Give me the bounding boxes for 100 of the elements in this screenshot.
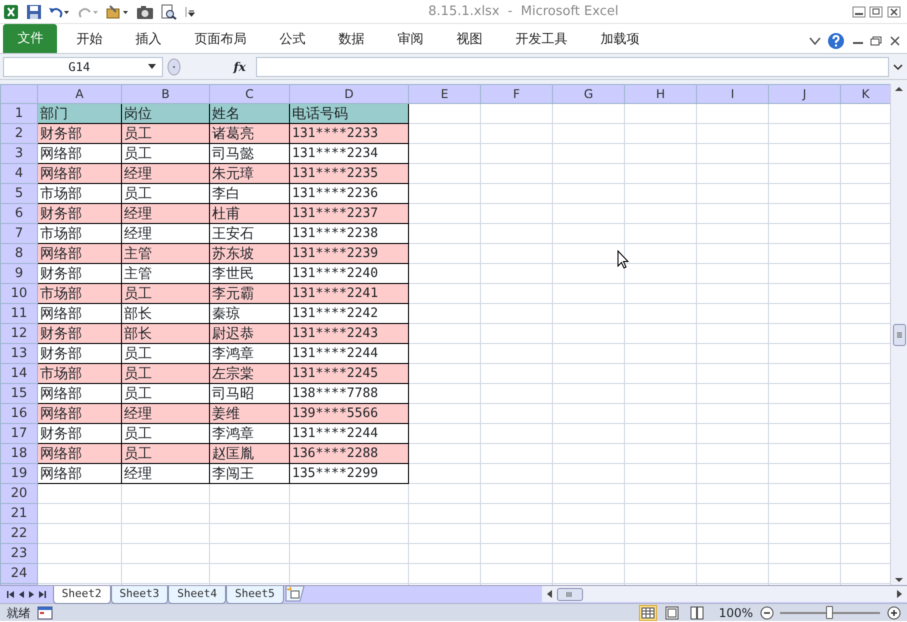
ribbon-tab[interactable]: 页面布局	[180, 26, 260, 53]
ribbon-tab[interactable]: 加载项	[586, 26, 654, 53]
save-icon[interactable]	[26, 4, 42, 20]
row-header[interactable]: 12	[0, 324, 38, 344]
table-cell: 136****2288	[290, 444, 408, 464]
table-cell: 网络部	[38, 164, 122, 184]
ribbon-tab[interactable]: 公式	[265, 26, 320, 53]
row-header[interactable]: 4	[0, 164, 38, 184]
name-box[interactable]: G14	[3, 56, 164, 76]
table-cell: 财务部	[38, 124, 122, 144]
column-header[interactable]: D	[290, 84, 408, 104]
collapse-ribbon-icon[interactable]	[808, 36, 820, 46]
sheet-tab[interactable]: Sheet3	[110, 586, 168, 604]
row-header[interactable]: 7	[0, 224, 38, 244]
column-header[interactable]: A	[38, 84, 122, 104]
row-header[interactable]: 5	[0, 184, 38, 204]
row-header[interactable]: 21	[0, 504, 38, 524]
row-header[interactable]: 9	[0, 264, 38, 284]
row-header[interactable]: 24	[0, 564, 38, 584]
print-preview-icon[interactable]	[160, 4, 178, 20]
column-header[interactable]: F	[480, 84, 552, 104]
row-header[interactable]: 22	[0, 524, 38, 544]
insert-function-button[interactable]: fx	[227, 58, 252, 76]
column-header[interactable]: C	[210, 84, 290, 104]
camera-icon[interactable]	[136, 4, 154, 20]
restore-icon[interactable]	[869, 6, 884, 18]
ribbon-tab[interactable]: 开发工具	[501, 26, 582, 53]
row-header[interactable]: 10	[0, 284, 38, 304]
expand-handle-icon[interactable]	[166, 58, 180, 76]
row-header[interactable]: 23	[0, 544, 38, 564]
column-header[interactable]: I	[696, 84, 768, 104]
table-cell: 员工	[122, 444, 210, 464]
row-header[interactable]: 6	[0, 204, 38, 224]
scroll-right-icon[interactable]	[896, 589, 904, 599]
toolbox-icon[interactable]	[105, 4, 130, 20]
formula-input-field[interactable]	[256, 56, 888, 76]
table-cell: 139****5566	[290, 404, 408, 424]
previous-sheet-icon[interactable]	[18, 590, 25, 598]
workbook-close-icon[interactable]	[888, 36, 900, 46]
column-header[interactable]: G	[552, 84, 624, 104]
ribbon-tab[interactable]: 数据	[324, 26, 378, 53]
horizontal-scrollbar[interactable]	[542, 586, 907, 602]
next-sheet-icon[interactable]	[28, 590, 35, 598]
help-icon[interactable]	[827, 32, 845, 50]
table-cell: 经理	[122, 204, 210, 224]
ribbon-tab[interactable]: 插入	[121, 26, 176, 53]
close-icon[interactable]	[886, 6, 900, 18]
ribbon-tab[interactable]: 审阅	[383, 26, 438, 53]
file-tab[interactable]: 文件	[3, 24, 58, 53]
table-cell: 131****2235	[290, 164, 408, 184]
scroll-thumb-icon[interactable]	[892, 324, 906, 346]
normal-view-button[interactable]	[638, 604, 657, 620]
cell-reference: G14	[67, 58, 92, 76]
row-header[interactable]: 19	[0, 464, 38, 484]
dropdown-icon[interactable]	[148, 64, 156, 70]
row-header[interactable]: 18	[0, 444, 38, 464]
column-header[interactable]: K	[840, 84, 890, 104]
row-header[interactable]: 2	[0, 124, 38, 144]
ribbon-tab[interactable]: 开始	[62, 26, 116, 53]
zoom-slider-thumb[interactable]	[826, 606, 833, 618]
table-cell: 经理	[122, 404, 210, 424]
column-header[interactable]: E	[408, 84, 480, 104]
table-cell: 尉迟恭	[210, 324, 290, 344]
scroll-left-icon[interactable]	[545, 589, 554, 599]
sheet-tab[interactable]: Sheet2	[52, 586, 110, 604]
row-header[interactable]: 14	[0, 364, 38, 384]
sheet-tab[interactable]: Sheet4	[168, 586, 226, 604]
excel-logo-icon[interactable]	[3, 4, 20, 20]
table-cell: 李闯王	[210, 464, 290, 484]
zoom-out-icon[interactable]	[760, 606, 774, 620]
table-cell: 网络部	[38, 404, 122, 424]
page-break-view-button[interactable]	[688, 604, 706, 620]
column-header[interactable]: H	[624, 84, 696, 104]
row-header[interactable]: 15	[0, 384, 38, 404]
scroll-thumb-icon[interactable]	[556, 588, 582, 600]
zoom-in-icon[interactable]	[886, 606, 900, 620]
row-header[interactable]: 3	[0, 144, 38, 164]
table-cell: 杜甫	[210, 204, 290, 224]
row-header[interactable]: 17	[0, 424, 38, 444]
page-layout-view-button[interactable]	[663, 604, 682, 620]
table-cell: 131****2233	[290, 124, 408, 144]
row-header[interactable]: 16	[0, 404, 38, 424]
column-title-cell: 部门	[38, 104, 122, 124]
insert-sheet-icon[interactable]	[284, 586, 306, 602]
minimize-icon[interactable]	[852, 6, 866, 18]
row-header[interactable]: 1	[0, 104, 38, 124]
column-header[interactable]: J	[768, 84, 840, 104]
macro-record-icon[interactable]	[37, 606, 53, 620]
row-header[interactable]: 20	[0, 484, 38, 504]
table-cell: 姜维	[210, 404, 290, 424]
last-sheet-icon[interactable]	[38, 590, 46, 598]
row-header[interactable]: 8	[0, 244, 38, 264]
ribbon-tab[interactable]: 视图	[442, 26, 496, 53]
vertical-scrollbar[interactable]	[890, 84, 907, 585]
column-header[interactable]: B	[122, 84, 210, 104]
first-sheet-icon[interactable]	[6, 590, 14, 598]
table-cell: 员工	[122, 284, 210, 304]
row-header[interactable]: 13	[0, 344, 38, 364]
workbook-restore-icon[interactable]	[870, 36, 882, 46]
row-header[interactable]: 11	[0, 304, 38, 324]
